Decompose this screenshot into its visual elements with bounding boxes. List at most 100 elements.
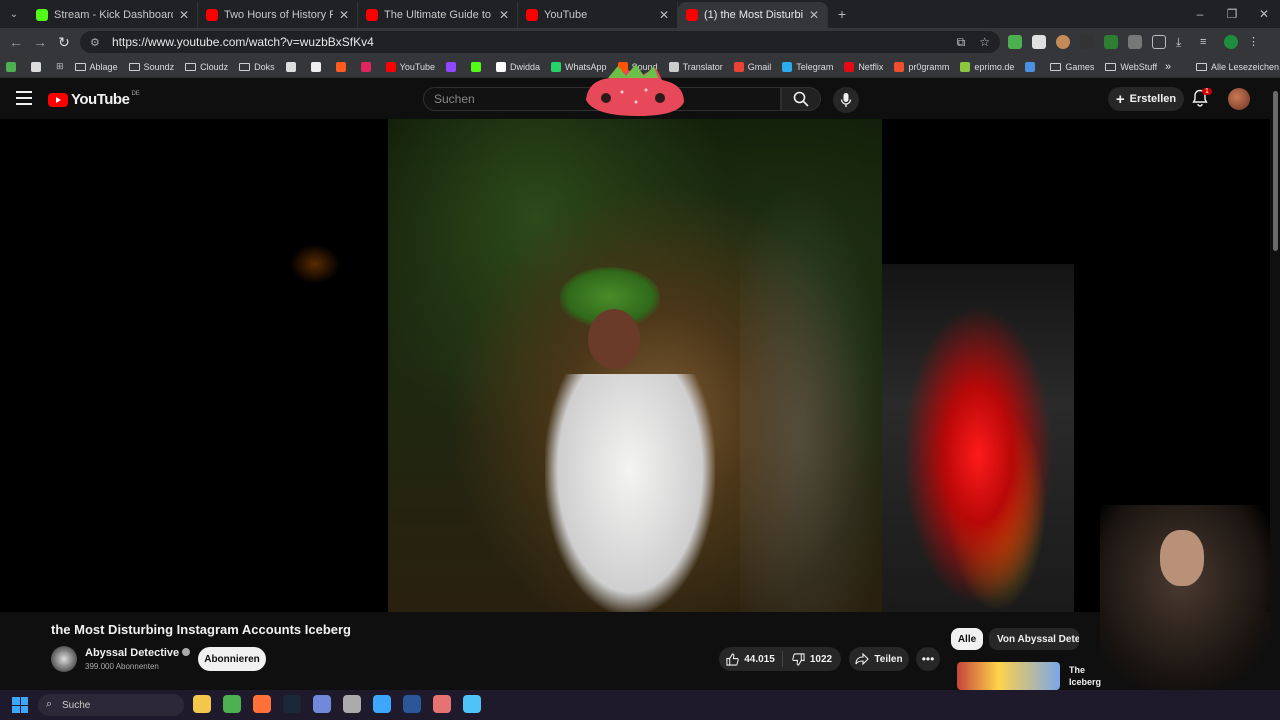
bookmark-item[interactable] [471,61,485,72]
extensions-puzzle-icon[interactable] [1152,35,1166,49]
browser-tab[interactable]: The Ultimate Guide to Demonic ✕ [358,2,518,28]
extension-icon[interactable] [1128,35,1142,49]
close-tab-icon[interactable]: ✕ [659,8,669,22]
restore-icon[interactable]: ❐ [1216,7,1248,21]
search-button[interactable] [781,87,821,111]
video-player[interactable] [0,119,1270,612]
taskbar-app-icon[interactable] [373,695,391,713]
plus-icon: + [1115,90,1125,108]
tab-title: Stream - Kick Dashboard [54,9,173,21]
taskbar-app-icon[interactable] [313,695,331,713]
bookmark-folder[interactable]: WebStuff [1105,62,1157,72]
browser-tab[interactable]: Two Hours of History For Whe ✕ [198,2,358,28]
reading-list-icon[interactable]: ≡ [1200,35,1214,49]
youtube-logo[interactable]: YouTube DE [48,91,140,108]
reload-icon[interactable]: ↻ [52,34,76,51]
account-avatar[interactable] [1228,88,1250,110]
bookmark-item[interactable]: pr0gramm [894,61,949,72]
address-bar[interactable]: ⚙ https://www.youtube.com/watch?v=wuzbBx… [80,31,1000,53]
close-tab-icon[interactable]: ✕ [809,8,819,22]
install-app-icon[interactable]: ⧉ [957,35,966,50]
bookmark-item[interactable]: eprimo.de [960,61,1014,72]
bookmark-folder[interactable]: Ablage [74,62,118,72]
apps-grid-icon[interactable]: ⊞ [56,61,64,72]
bookmark-item[interactable]: YouTube [385,61,435,72]
taskbar-app-icon[interactable] [223,695,241,713]
dislike-count: 1022 [809,653,833,665]
like-button[interactable]: 44.015 [719,651,783,667]
bookmark-item[interactable] [285,61,300,72]
related-video-thumbnail[interactable] [957,662,1060,690]
extension-icon[interactable] [1056,35,1070,49]
more-actions-icon[interactable]: ••• [916,647,940,671]
close-tab-icon[interactable]: ✕ [499,8,509,22]
taskbar-app-icon[interactable] [433,695,451,713]
bookmark-item[interactable] [310,61,325,72]
share-button[interactable]: Teilen [849,647,909,671]
create-button[interactable]: + Erstellen [1108,87,1184,111]
channel-avatar[interactable] [51,646,77,672]
browser-menu-icon[interactable]: ⋮ [1248,35,1262,49]
bookmark-item[interactable] [446,61,460,72]
browser-tab[interactable]: YouTube ✕ [518,2,678,28]
tab-search-icon[interactable]: ⌄ [0,9,28,20]
browser-tab[interactable]: Stream - Kick Dashboard ✕ [28,2,198,28]
bookmark-item[interactable]: Dwidda [496,61,540,72]
browser-tab[interactable]: (1) the Most Disturbing Inst ✕ [678,2,828,28]
chip-all[interactable]: Alle [951,628,983,650]
extension-icon[interactable] [1008,35,1022,49]
download-icon[interactable]: ⤓ [1176,35,1190,49]
page-scrollbar[interactable] [1271,79,1280,690]
bookmark-icon[interactable] [31,61,45,72]
voice-search-button[interactable] [833,87,859,113]
bookmark-item[interactable]: Gmail [733,61,771,72]
apps-grid-icon[interactable] [6,61,20,72]
taskbar-app-icon[interactable] [343,695,361,713]
dislike-button[interactable]: 1022 [783,652,841,666]
bookmark-folder[interactable]: Doks [239,62,275,72]
chip-from-channel[interactable]: Von Abyssal Detect [989,628,1079,650]
bookmark-folder[interactable]: Cloudz [185,62,228,72]
taskbar-app-icon[interactable] [193,695,211,713]
back-icon[interactable]: ← [4,34,28,50]
taskbar-app-icon[interactable] [403,695,421,713]
search-icon [793,91,809,107]
bookmark-item[interactable]: Netflix [844,61,883,72]
bookmark-folder[interactable]: Games [1050,62,1094,72]
extension-icon[interactable] [1080,35,1094,49]
bookmark-item[interactable] [335,61,350,72]
close-tab-icon[interactable]: ✕ [179,8,189,22]
profile-avatar-icon[interactable] [1224,35,1238,49]
channel-name[interactable]: Abyssal Detective [85,647,191,659]
subscribe-button[interactable]: Abonnieren [198,647,266,671]
forward-icon[interactable]: → [28,34,52,50]
all-bookmarks-folder[interactable]: Alle Lesezeichen [1196,62,1279,72]
taskbar-search-box[interactable]: ⌕ Suche [38,694,184,716]
taskbar-app-icon[interactable] [283,695,301,713]
bookmark-item[interactable] [360,61,375,72]
like-count: 44.015 [744,653,775,665]
bookmark-item[interactable]: Telegram [782,61,833,72]
taskbar-app-icon[interactable] [253,695,271,713]
minimize-icon[interactable]: – [1184,7,1216,21]
bookmark-item[interactable] [1025,61,1039,72]
tab-title: (1) the Most Disturbing Inst [704,9,803,21]
extension-icon[interactable] [1032,35,1046,49]
menu-hamburger-icon[interactable] [16,91,32,105]
bookmark-favicon-icon [471,61,482,72]
tab-favicon-icon [526,9,538,21]
site-info-icon[interactable]: ⚙ [90,36,104,49]
scrollbar-thumb[interactable] [1273,91,1278,251]
bookmark-label: WebStuff [1120,61,1158,72]
folder-icon [128,62,140,71]
taskbar-app-icon[interactable] [463,695,481,713]
new-tab-button[interactable]: + [828,6,856,22]
close-tab-icon[interactable]: ✕ [339,8,349,22]
windows-start-icon[interactable] [12,697,28,713]
bookmark-star-icon[interactable]: ☆ [979,35,990,50]
bookmarks-more-button[interactable]: » [1165,61,1171,73]
related-video-title[interactable]: The Iceberg [1069,664,1101,688]
extension-icon[interactable] [1104,35,1118,49]
bookmark-folder[interactable]: Soundz [128,62,174,72]
close-window-icon[interactable]: ✕ [1248,7,1280,21]
